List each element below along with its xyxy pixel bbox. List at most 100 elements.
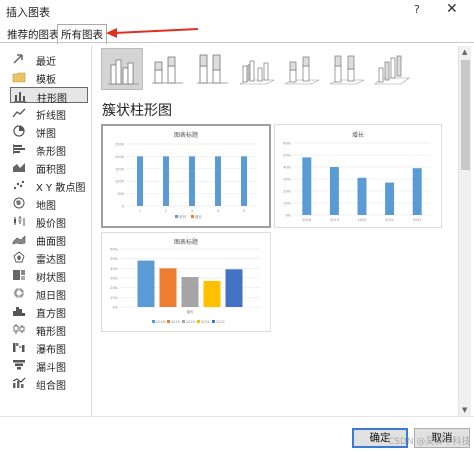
3d-column-icon xyxy=(374,55,410,85)
combo-chart-icon xyxy=(12,377,26,388)
line-chart-icon xyxy=(12,108,26,118)
chart-preview-3[interactable]: 图表标题 60% 50% 40% 30% 20% 10% 0% 增长 2018 2019 2020 2… xyxy=(101,232,271,332)
y-tick-label: 50% xyxy=(110,257,118,261)
bar xyxy=(181,277,199,307)
y-tick-label: 2000 xyxy=(115,155,124,159)
y-tick-label: 60% xyxy=(110,248,118,252)
sunburst-chart-icon xyxy=(14,288,24,298)
subtype-100-stacked-column[interactable] xyxy=(191,48,233,90)
x-tick-label: 2 xyxy=(165,209,167,213)
y-tick-label: 0 xyxy=(122,205,124,209)
y-tick-label: 20% xyxy=(283,190,291,194)
legend-swatch xyxy=(152,320,155,323)
sidebar-item-funnel[interactable]: 漏斗图 xyxy=(10,357,88,374)
y-tick-label: 10% xyxy=(283,202,291,206)
y-tick-label: 0% xyxy=(112,306,118,310)
legend-label: 2021 xyxy=(201,320,210,324)
x-tick-label: 5 xyxy=(243,209,245,213)
sidebar-item-sunburst[interactable]: 旭日图 xyxy=(10,285,88,302)
treemap-chart-icon xyxy=(13,270,25,280)
y-tick-label: 10% xyxy=(110,296,118,300)
y-tick-label: 0% xyxy=(285,214,291,218)
chart-preview-1[interactable]: 图表标题 2500 2000 1500 1000 500 0 1 2 3 4 5 系列 增长 xyxy=(101,124,271,228)
y-tick-label: 50% xyxy=(283,154,291,158)
sidebar-item-radar[interactable]: 雷达图 xyxy=(10,249,88,266)
sidebar-item-map[interactable]: 地图 xyxy=(10,195,88,212)
y-tick-label: 1500 xyxy=(115,167,124,171)
area-chart-icon xyxy=(13,163,25,172)
bar xyxy=(215,156,221,206)
sidebar-item-area[interactable]: 面积图 xyxy=(10,159,88,176)
scroll-thumb[interactable] xyxy=(461,60,470,170)
sidebar-item-waterfall[interactable]: 瀑布图 xyxy=(10,339,88,356)
stacked-column-icon xyxy=(152,56,183,84)
bar-chart-icon xyxy=(13,144,25,154)
sidebar-item-pie[interactable]: 饼图 xyxy=(10,123,88,140)
y-tick-label: 500 xyxy=(117,192,124,196)
sidebar-item-recent[interactable]: 最近 xyxy=(10,51,88,68)
watermark: CSDN @吴柳平科技 xyxy=(388,437,471,447)
subtype-stacked-column[interactable] xyxy=(146,48,188,90)
pie-chart-icon xyxy=(13,125,25,137)
legend-label: 2018 xyxy=(156,320,165,324)
legend-swatch xyxy=(197,320,200,323)
sidebar-item-box[interactable]: 箱形图 xyxy=(10,321,88,338)
subtype-3d-stacked-column[interactable] xyxy=(281,48,323,90)
sidebar-item-column[interactable]: 柱形图 xyxy=(10,87,88,105)
x-tick-label: 2022 xyxy=(413,218,422,222)
bar xyxy=(329,167,339,215)
sidebar-item-combo[interactable]: 组合图 xyxy=(10,375,88,392)
legend-swatch xyxy=(175,215,178,218)
clustered-column-icon xyxy=(108,59,139,85)
y-tick-label: 1000 xyxy=(115,180,124,184)
chart-preview-2[interactable]: 增长 60% 50% 40% 30% 20% 10% 0% 2018 2019 2020 2021 2… xyxy=(274,124,442,228)
legend-swatch xyxy=(212,320,215,323)
x-tick-label: 3 xyxy=(191,209,193,213)
radar-chart-icon xyxy=(13,251,25,263)
bar xyxy=(203,280,221,307)
y-tick-label: 30% xyxy=(283,178,291,182)
y-tick-label: 60% xyxy=(283,142,291,146)
legend-label: 增长 xyxy=(195,214,202,219)
subtype-3d-column[interactable] xyxy=(371,48,413,90)
percent-stacked-column-icon xyxy=(197,54,228,84)
x-tick-label: 4 xyxy=(217,209,220,213)
sidebar-item-bar[interactable]: 条形图 xyxy=(10,141,88,158)
x-tick-label: 2020 xyxy=(358,218,367,222)
map-chart-icon xyxy=(13,197,25,209)
bar xyxy=(225,269,243,307)
sidebar-item-treemap[interactable]: 树状图 xyxy=(10,267,88,284)
legend-label: 2019 xyxy=(171,320,180,324)
sidebar-item-stock[interactable]: 股价图 xyxy=(10,213,88,230)
subtype-3d-clustered-column[interactable] xyxy=(236,48,278,90)
preview-3-plot: 60% 50% 40% 30% 20% 10% 0% 增长 2018 2019 2020 2021 20… xyxy=(110,248,260,324)
bar xyxy=(159,268,177,307)
x-axis-label: 增长 xyxy=(187,309,194,314)
legend-label: 2020 xyxy=(186,320,195,324)
y-tick-label: 40% xyxy=(283,166,291,170)
sidebar-item-surface[interactable]: 曲面图 xyxy=(10,231,88,248)
subtype-3d-100-stacked-column[interactable] xyxy=(326,48,368,90)
y-tick-label: 30% xyxy=(110,277,118,281)
bar xyxy=(163,156,169,206)
subtype-title: 簇状柱形图 xyxy=(102,103,172,119)
bar xyxy=(137,260,155,307)
sidebar-item-line[interactable]: 折线图 xyxy=(10,105,88,122)
sidebar-item-histogram[interactable]: 直方图 xyxy=(10,303,88,320)
scroll-down-arrow-icon[interactable]: ▼ xyxy=(462,406,467,414)
scroll-up-arrow-icon[interactable]: ▲ xyxy=(462,48,467,56)
folder-icon xyxy=(12,72,26,83)
3d-clustered-column-icon xyxy=(239,60,275,85)
recent-icon xyxy=(13,54,23,64)
sidebar-item-scatter[interactable]: X Y 散点图 xyxy=(10,177,88,194)
y-tick-label: 40% xyxy=(110,267,118,271)
subtype-clustered-column[interactable] xyxy=(101,48,143,90)
histogram-chart-icon xyxy=(13,307,25,316)
sidebar-divider xyxy=(91,46,92,416)
x-tick-label: 2021 xyxy=(385,218,394,222)
vertical-scrollbar[interactable]: ▲ ▼ xyxy=(458,46,471,416)
bar xyxy=(412,168,422,215)
x-tick-label: 2018 xyxy=(302,218,311,222)
sidebar-item-templates[interactable]: 模板 xyxy=(10,69,88,86)
x-tick-label: 1 xyxy=(139,209,141,213)
